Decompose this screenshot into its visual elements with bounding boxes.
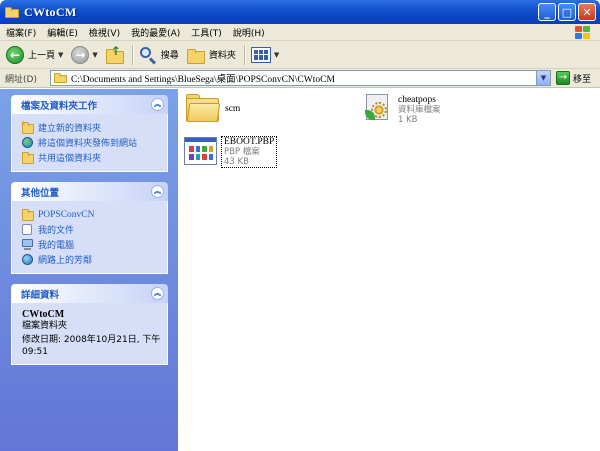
file-item-cheatpops[interactable]: cheatpops 資料庫檔案 1 KB bbox=[363, 92, 441, 126]
search-label: 搜尋 bbox=[160, 51, 179, 61]
panel-title: 檔案及資料夾工作 bbox=[21, 100, 98, 112]
menu-edit[interactable]: 編輯(E) bbox=[47, 26, 78, 39]
file-tasks-panel: 檔案及資料夾工作 ︽ ✦ 建立新的資料夾 將這個資料夾發佈到網站 共用這個資料夾 bbox=[11, 95, 168, 172]
file-label-selected: EBOOT.PBP PBP 檔案 43 KB bbox=[221, 136, 278, 168]
file-type: 資料庫檔案 bbox=[398, 105, 441, 115]
back-arrow-icon: ← bbox=[6, 45, 24, 64]
other-places-header[interactable]: 其他位置 ︽ bbox=[11, 182, 168, 201]
place-my-documents[interactable]: 我的文件 bbox=[22, 222, 161, 237]
back-label: 上一頁 bbox=[28, 51, 56, 61]
go-arrow-icon: → bbox=[556, 71, 570, 85]
collapse-icon[interactable]: ︽ bbox=[151, 98, 164, 111]
views-button[interactable]: ▼ bbox=[250, 44, 279, 66]
share-folder-icon bbox=[22, 152, 34, 164]
my-documents-icon bbox=[22, 223, 34, 236]
file-size: 43 KB bbox=[224, 157, 249, 167]
file-item-scm[interactable]: scm bbox=[186, 94, 240, 122]
new-folder-icon: ✦ bbox=[20, 119, 34, 134]
panel-title: 詳細資料 bbox=[21, 289, 60, 301]
up-folder-button[interactable]: ↑ bbox=[105, 44, 124, 66]
network-places-icon bbox=[22, 253, 34, 266]
details-modified: 修改日期: 2008年10月21日, 下午 09:51 bbox=[22, 335, 161, 357]
windows-logo-icon bbox=[574, 24, 590, 40]
search-button[interactable]: 搜尋 bbox=[139, 44, 179, 66]
folders-label: 資料夾 bbox=[208, 51, 236, 61]
folder-icon bbox=[54, 73, 67, 83]
address-path: C:\Documents and Settings\BlueSega\桌面\PO… bbox=[71, 75, 335, 85]
file-name: cheatpops bbox=[398, 95, 436, 105]
toolbar: ← 上一頁 ▼ → ▼ ↑ 搜尋 資料夾 ▼ bbox=[0, 41, 600, 69]
menu-file[interactable]: 檔案(F) bbox=[6, 26, 36, 39]
forward-dropdown-icon[interactable]: ▼ bbox=[92, 51, 97, 59]
go-button[interactable]: → 移至 bbox=[556, 71, 591, 85]
file-name: EBOOT.PBP bbox=[224, 137, 275, 147]
my-computer-icon bbox=[22, 238, 34, 251]
file-type: PBP 檔案 bbox=[224, 147, 260, 157]
up-folder-icon: ↑ bbox=[105, 45, 124, 64]
menu-help[interactable]: 說明(H) bbox=[233, 26, 265, 39]
close-button[interactable]: ✕ bbox=[578, 3, 596, 21]
place-label: 我的文件 bbox=[38, 226, 75, 236]
collapse-icon[interactable]: ︽ bbox=[151, 287, 164, 300]
file-item-eboot[interactable]: EBOOT.PBP PBP 檔案 43 KB bbox=[184, 135, 278, 168]
file-tasks-header[interactable]: 檔案及資料夾工作 ︽ bbox=[11, 95, 168, 114]
menu-bar: 檔案(F) 編輯(E) 檢視(V) 我的最愛(A) 工具(T) 說明(H) bbox=[0, 24, 600, 41]
views-dropdown-icon[interactable]: ▼ bbox=[274, 51, 279, 59]
back-button[interactable]: ← 上一頁 ▼ bbox=[6, 44, 63, 66]
folder-icon bbox=[186, 94, 221, 122]
minimize-button[interactable]: _ bbox=[538, 3, 556, 21]
file-size: 1 KB bbox=[398, 115, 418, 125]
place-label: POPSConvCN bbox=[38, 209, 95, 220]
views-icon bbox=[250, 46, 271, 63]
title-bar: CWtoCM _ □ ✕ bbox=[0, 0, 600, 24]
forward-arrow-icon: → bbox=[71, 45, 90, 64]
details-name: CWtoCM bbox=[22, 309, 65, 320]
place-my-computer[interactable]: 我的電腦 bbox=[22, 237, 161, 252]
window-title: CWtoCM bbox=[24, 4, 77, 19]
task-publish-web[interactable]: 將這個資料夾發佈到網站 bbox=[22, 135, 161, 150]
address-dropdown-icon[interactable]: ▼ bbox=[536, 71, 550, 85]
address-input[interactable]: C:\Documents and Settings\BlueSega\桌面\PO… bbox=[50, 70, 551, 86]
place-label: 網路上的芳鄰 bbox=[38, 256, 93, 266]
place-network[interactable]: 網路上的芳鄰 bbox=[22, 252, 161, 267]
details-type: 檔案資料夾 bbox=[22, 321, 68, 331]
address-bar: 網址(D) C:\Documents and Settings\BlueSega… bbox=[0, 69, 600, 88]
other-places-panel: 其他位置 ︽ POPSConvCN 我的文件 我的電腦 網路上的芳鄰 bbox=[11, 182, 168, 274]
task-pane: 檔案及資料夾工作 ︽ ✦ 建立新的資料夾 將這個資料夾發佈到網站 共用這個資料夾… bbox=[0, 89, 178, 451]
menu-favorites[interactable]: 我的最愛(A) bbox=[131, 26, 180, 39]
task-label: 建立新的資料夾 bbox=[38, 124, 102, 134]
task-label: 將這個資料夾發佈到網站 bbox=[38, 139, 138, 149]
forward-button[interactable]: → ▼ bbox=[71, 44, 98, 66]
task-share-folder[interactable]: 共用這個資料夾 bbox=[22, 150, 161, 165]
pbp-file-icon bbox=[184, 135, 218, 167]
collapse-icon[interactable]: ︽ bbox=[151, 185, 164, 198]
folders-icon bbox=[186, 46, 205, 64]
panel-title: 其他位置 bbox=[21, 187, 60, 199]
maximize-button[interactable]: □ bbox=[558, 3, 576, 21]
place-popsconvcn[interactable]: POPSConvCN bbox=[22, 207, 161, 222]
setup-file-icon bbox=[363, 92, 393, 126]
task-label: 共用這個資料夾 bbox=[38, 154, 102, 164]
details-header[interactable]: 詳細資料 ︽ bbox=[11, 284, 168, 303]
task-new-folder[interactable]: ✦ 建立新的資料夾 bbox=[20, 119, 161, 135]
address-label: 網址(D) bbox=[5, 74, 37, 85]
back-dropdown-icon[interactable]: ▼ bbox=[58, 51, 63, 59]
menu-view[interactable]: 檢視(V) bbox=[89, 26, 120, 39]
folder-icon bbox=[22, 209, 34, 221]
details-panel: 詳細資料 ︽ CWtoCM 檔案資料夾 修改日期: 2008年10月21日, 下… bbox=[11, 284, 168, 365]
folders-button[interactable]: 資料夾 bbox=[186, 44, 236, 66]
file-list[interactable]: scm cheatpops 資料庫檔案 1 KB EBOOT.PBP PBP 檔… bbox=[178, 89, 600, 451]
go-label: 移至 bbox=[573, 74, 592, 85]
menu-tools[interactable]: 工具(T) bbox=[191, 26, 222, 39]
place-label: 我的電腦 bbox=[38, 241, 75, 251]
publish-web-icon bbox=[22, 136, 34, 149]
search-icon bbox=[139, 46, 157, 65]
file-name: scm bbox=[225, 104, 241, 114]
folder-icon bbox=[5, 6, 19, 18]
